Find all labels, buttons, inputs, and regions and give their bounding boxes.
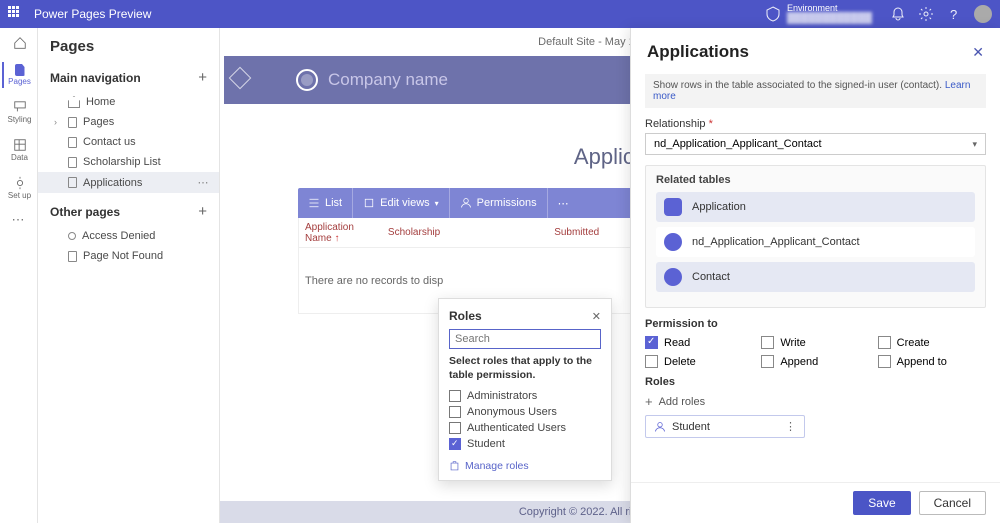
page-icon xyxy=(68,157,77,168)
roles-label: Roles xyxy=(645,376,986,388)
relationship-select[interactable]: nd_Application_Applicant_Contact▾ xyxy=(645,133,986,155)
rail-pages[interactable]: Pages xyxy=(2,62,36,88)
add-other-page-button[interactable]: + xyxy=(198,203,207,220)
svg-text:?: ? xyxy=(950,7,957,22)
rail-styling[interactable]: Styling xyxy=(2,98,36,126)
rail-setup[interactable]: Set up xyxy=(2,174,36,202)
user-icon xyxy=(68,232,76,240)
main-nav-label: Main navigation xyxy=(50,71,141,85)
page-icon xyxy=(68,117,77,128)
role-chip-student[interactable]: Student ⋮ xyxy=(645,415,805,438)
add-roles-button[interactable]: +Add roles xyxy=(645,394,986,409)
related-tables-label: Related tables xyxy=(656,174,975,186)
app-launcher-icon[interactable] xyxy=(8,6,24,22)
role-option-administrators[interactable]: Administrators xyxy=(449,390,601,402)
perm-append[interactable]: Append xyxy=(761,355,869,368)
rail-data[interactable]: Data xyxy=(2,136,36,164)
tree-item-home[interactable]: Home xyxy=(38,92,219,112)
role-option-student[interactable]: Student xyxy=(449,438,601,450)
tree-item-applications[interactable]: Applications⋯ xyxy=(38,172,219,193)
roles-popup: Roles ✕ Select roles that apply to the ta… xyxy=(438,298,612,481)
close-icon[interactable]: ✕ xyxy=(972,44,984,61)
cancel-button[interactable]: Cancel xyxy=(919,491,986,515)
tree-item-contact-us[interactable]: Contact us xyxy=(38,132,219,152)
bell-icon[interactable] xyxy=(890,6,906,22)
panel-title: Applications xyxy=(647,42,749,62)
other-pages-label: Other pages xyxy=(50,205,120,219)
manage-roles-link[interactable]: Manage roles xyxy=(449,460,601,472)
perm-read[interactable]: Read xyxy=(645,336,753,349)
perm-create[interactable]: Create xyxy=(878,336,986,349)
rail-home[interactable] xyxy=(2,34,36,52)
related-contact[interactable]: Contact xyxy=(656,262,975,292)
toolbar-edit-views[interactable]: Edit views▾ xyxy=(353,188,450,218)
home-icon xyxy=(13,36,27,50)
perm-append-to[interactable]: Append to xyxy=(878,355,986,368)
panel-hint: Show rows in the table associated to the… xyxy=(645,74,986,108)
pages-panel: Pages Main navigation + Home ›Pages Conta… xyxy=(38,28,220,523)
brush-icon xyxy=(13,100,27,114)
left-rail: Pages Styling Data Set up ⋯ xyxy=(0,28,38,523)
tree-item-page-not-found[interactable]: Page Not Found xyxy=(38,246,219,266)
list-icon xyxy=(308,197,320,209)
move-icon[interactable] xyxy=(229,67,252,90)
page-icon xyxy=(68,251,77,262)
rail-more-icon[interactable]: ⋯ xyxy=(12,212,26,228)
role-icon xyxy=(654,421,666,433)
app-title: Power Pages Preview xyxy=(34,7,151,21)
permission-to-label: Permission to xyxy=(645,318,986,330)
toolbar-list[interactable]: List xyxy=(298,188,353,218)
manage-icon xyxy=(449,461,460,472)
logo-icon xyxy=(296,69,318,91)
page-icon xyxy=(68,137,77,148)
col-submitted[interactable]: Submitted xyxy=(554,227,599,238)
right-panel: Applications ✕ Show rows in the table as… xyxy=(630,28,1000,523)
setup-icon xyxy=(13,176,27,190)
relationship-label: Relationship * xyxy=(645,118,986,130)
perm-write[interactable]: Write xyxy=(761,336,869,349)
col-application-name[interactable]: ApplicationName ↑ xyxy=(305,222,354,244)
perm-delete[interactable]: Delete xyxy=(645,355,753,368)
add-main-page-button[interactable]: + xyxy=(198,69,207,86)
save-button[interactable]: Save xyxy=(853,491,910,515)
page-icon xyxy=(15,64,25,76)
tree-item-pages[interactable]: ›Pages xyxy=(38,112,219,132)
more-icon[interactable]: ⋯ xyxy=(198,176,210,189)
roles-popup-desc: Select roles that apply to the table per… xyxy=(449,355,601,382)
link-icon xyxy=(664,233,682,251)
gear-icon[interactable] xyxy=(918,6,934,22)
contact-icon xyxy=(664,268,682,286)
role-chip-more-icon[interactable]: ⋮ xyxy=(785,420,796,433)
table-icon xyxy=(664,198,682,216)
home-icon xyxy=(68,96,80,108)
company-name: Company name xyxy=(328,70,448,90)
tree-item-access-denied[interactable]: Access Denied xyxy=(38,226,219,246)
toolbar-more[interactable]: ⋯ xyxy=(548,188,579,218)
edit-icon xyxy=(363,197,375,209)
pages-title: Pages xyxy=(50,38,94,55)
environment-block[interactable]: Environment ████████████ xyxy=(787,4,872,25)
avatar[interactable] xyxy=(974,5,992,23)
close-icon[interactable]: ✕ xyxy=(592,310,601,323)
page-icon xyxy=(68,177,77,188)
toolbar-permissions[interactable]: Permissions xyxy=(450,188,548,218)
roles-search-input[interactable] xyxy=(449,329,601,349)
roles-popup-title: Roles xyxy=(449,309,482,323)
environment-icon[interactable] xyxy=(765,6,781,22)
related-application[interactable]: Application xyxy=(656,192,975,222)
col-scholarship[interactable]: Scholarship xyxy=(388,227,440,238)
role-option-anonymous[interactable]: Anonymous Users xyxy=(449,406,601,418)
role-option-authenticated[interactable]: Authenticated Users xyxy=(449,422,601,434)
user-icon xyxy=(460,197,472,209)
tree-item-scholarship-list[interactable]: Scholarship List xyxy=(38,152,219,172)
related-tables-box: Related tables Application nd_Applicatio… xyxy=(645,165,986,308)
data-icon xyxy=(13,138,27,152)
related-relationship[interactable]: nd_Application_Applicant_Contact xyxy=(656,227,975,257)
top-bar: Power Pages Preview Environment ████████… xyxy=(0,0,1000,28)
help-icon[interactable]: ? xyxy=(946,6,962,22)
